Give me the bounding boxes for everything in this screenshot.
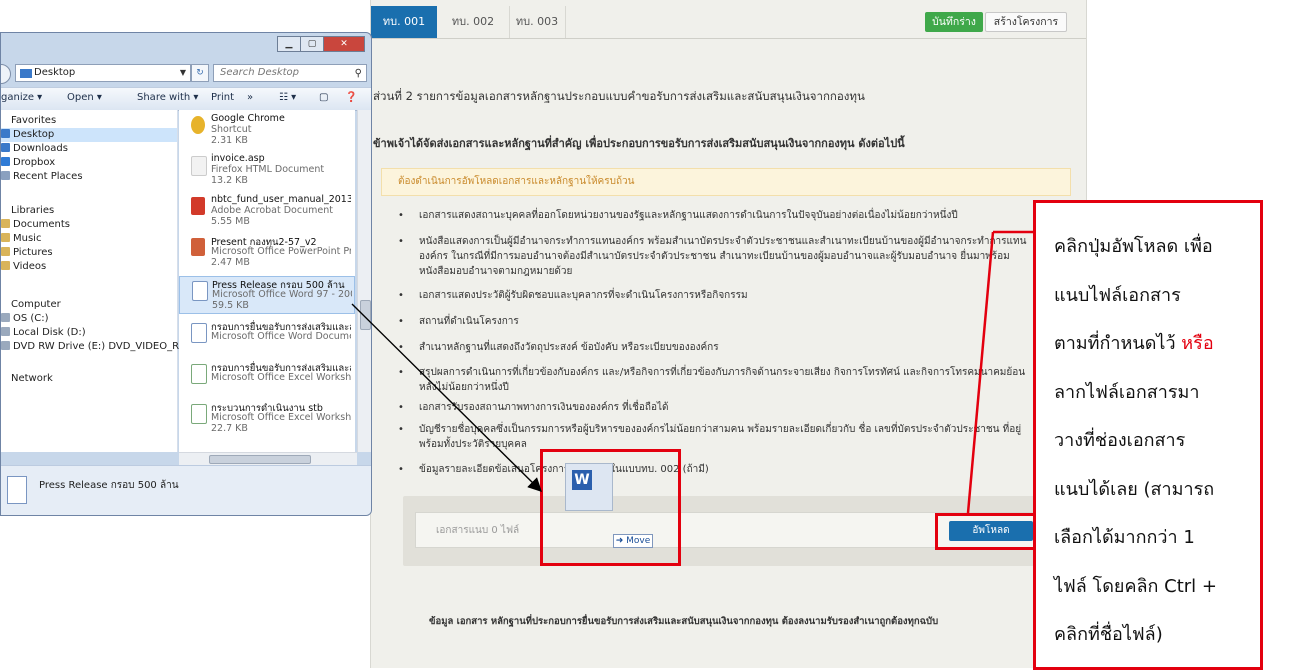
callout-line: แนบได้เลย (สามารถ (1054, 478, 1215, 500)
instruction-callout: คลิกปุ่มอัพโหลด เพื่อ แนบไฟล์เอกสาร ตามท… (1033, 200, 1263, 670)
callout-line: แนบไฟล์เอกสาร (1054, 284, 1181, 306)
callout-line: คลิกที่ชื่อไฟล์) (1054, 624, 1163, 645)
callout-line: วางที่ช่องเอกสาร (1054, 430, 1186, 451)
callout-line: ลากไฟล์เอกสารมา (1054, 381, 1200, 403)
callout-line: ตามที่กำหนดไว้ หรือ (1054, 333, 1214, 354)
callout-line: ไฟล์ โดยคลิก Ctrl + (1054, 575, 1217, 597)
callout-pointer (966, 231, 995, 514)
callout-line: เลือกได้มากกว่า 1 (1054, 527, 1195, 548)
drag-arrow (351, 303, 542, 492)
callout-line: คลิกปุ่มอัพโหลด เพื่อ (1054, 236, 1213, 257)
